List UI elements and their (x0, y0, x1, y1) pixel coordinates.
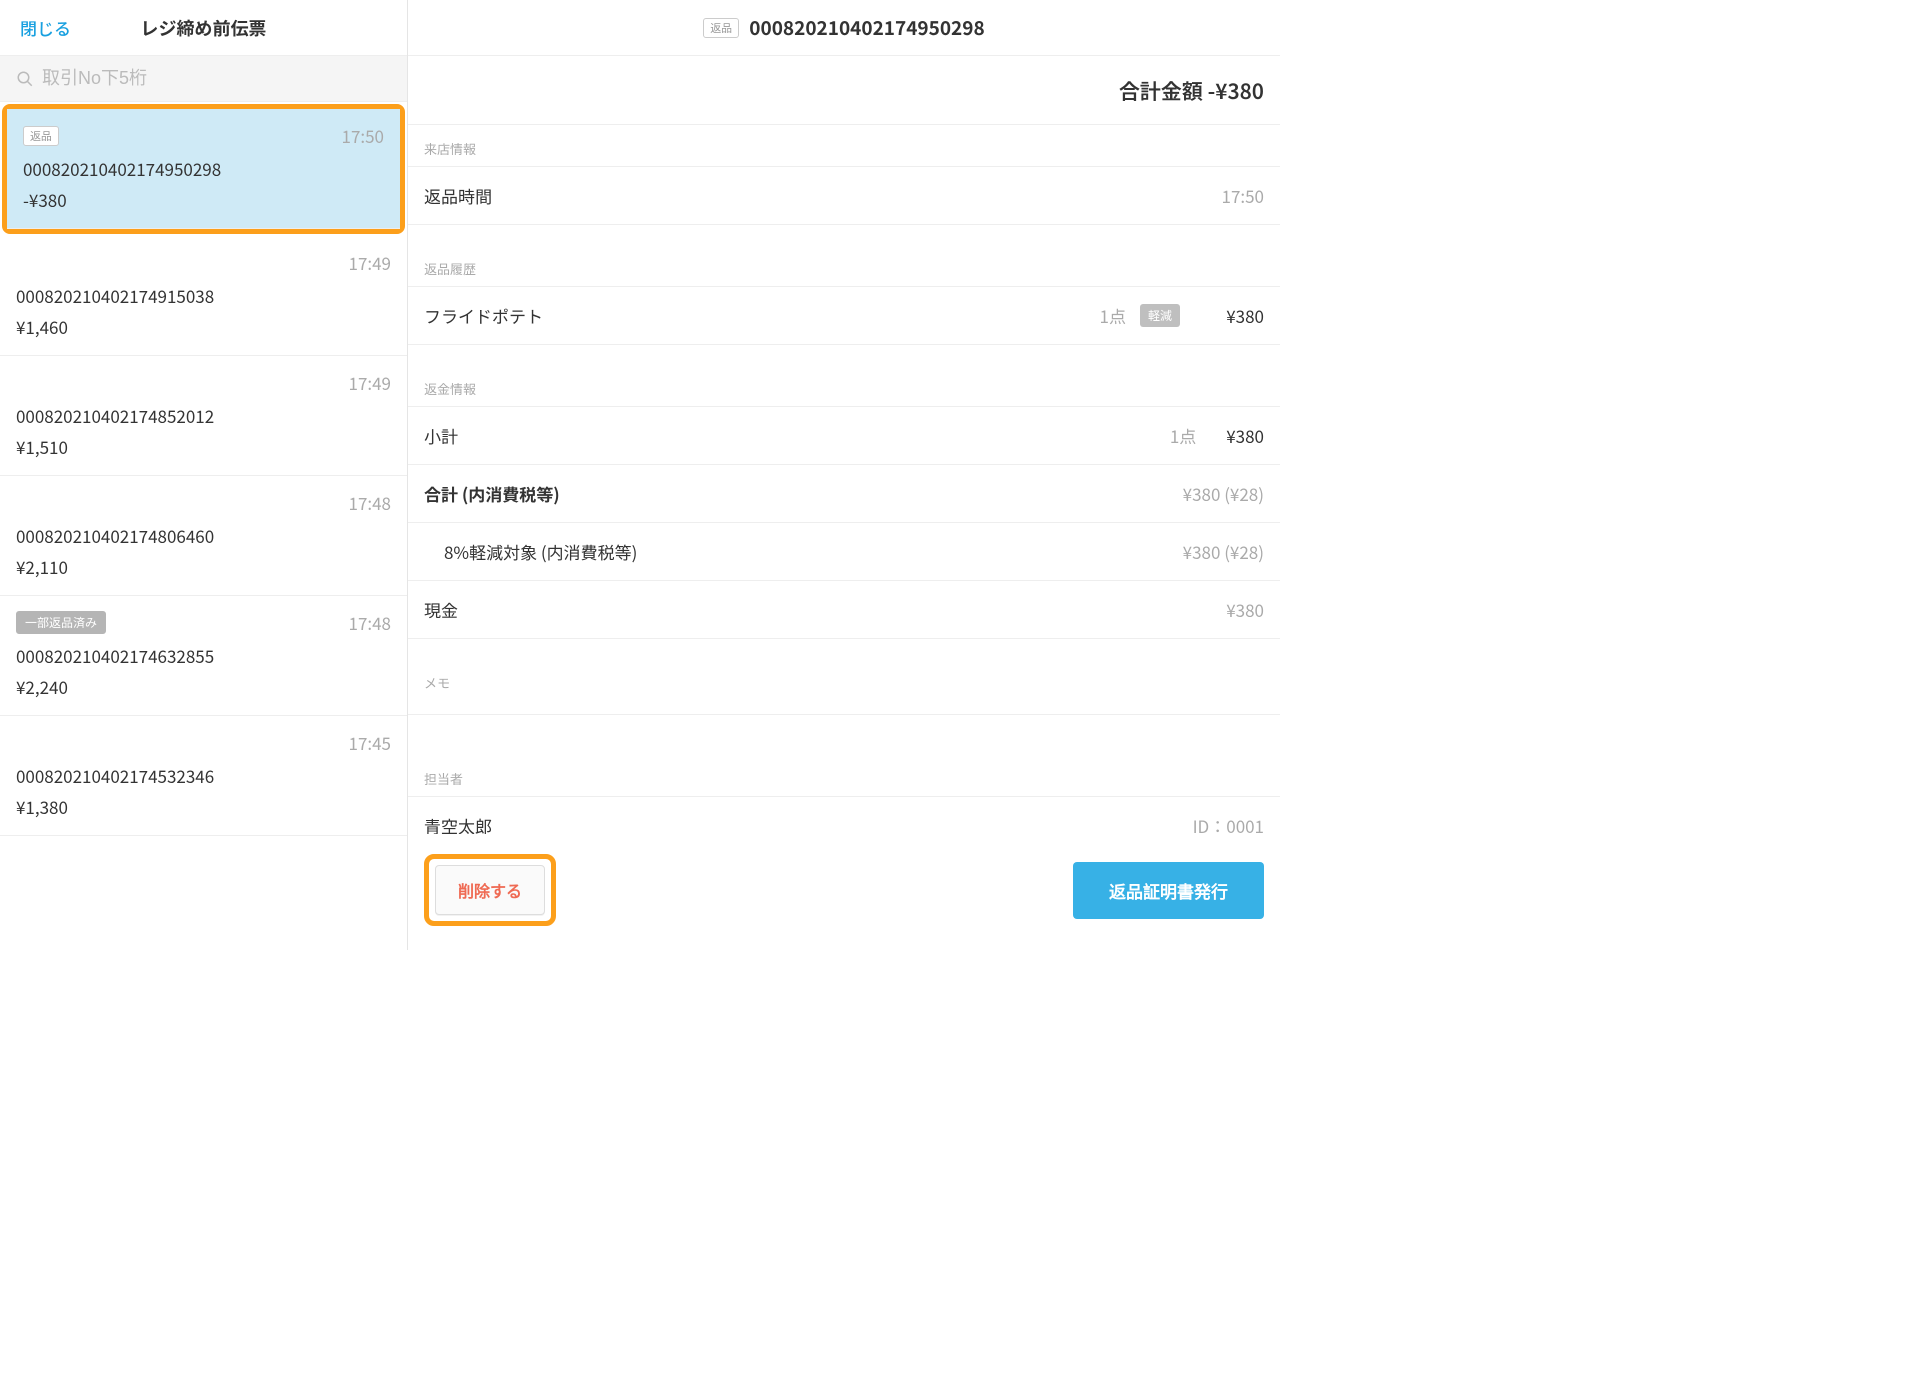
return-time-row: 返品時間 17:50 (408, 167, 1280, 225)
transaction-id: 000820210402174852012 (16, 403, 391, 428)
staff-name: 青空太郎 (424, 813, 492, 834)
left-header: 閉じる レジ締め前伝票 (0, 0, 407, 56)
total-amount-row: 合計金額 -¥380 (408, 56, 1280, 125)
grand-label: 合計 (内消費税等) (424, 481, 560, 506)
transaction-id: 000820210402174632855 (16, 643, 391, 668)
tax8-amount: ¥380 (¥28) (1183, 539, 1264, 564)
section-staff: 担当者 (408, 755, 1280, 797)
section-visit: 来店情報 (408, 125, 1280, 167)
return-time-label: 返品時間 (424, 183, 492, 208)
right-footer: 削除する 返品証明書発行 (408, 834, 1280, 950)
total-label: 合計金額 (1119, 76, 1203, 106)
tax8-label: 8%軽減対象 (内消費税等) (424, 539, 637, 564)
transaction-list[interactable]: 返品 17:50 000820210402174950298 -¥380 17:… (0, 102, 407, 950)
transaction-item[interactable]: 17:48 000820210402174806460 ¥2,110 (0, 476, 407, 596)
transaction-time: 17:45 (349, 730, 391, 755)
delete-button[interactable]: 削除する (435, 865, 545, 915)
transaction-id: 000820210402174806460 (16, 523, 391, 548)
section-memo[interactable]: メモ (408, 659, 1280, 715)
transaction-time: 17:49 (349, 250, 391, 275)
return-badge: 返品 (703, 18, 739, 38)
transaction-item[interactable]: 返品 17:50 000820210402174950298 -¥380 (7, 109, 400, 229)
right-panel: 返品 000820210402174950298 合計金額 -¥380 来店情報… (408, 0, 1280, 950)
staff-row: 青空太郎 ID：0001 (408, 797, 1280, 834)
close-button[interactable]: 閉じる (20, 15, 71, 40)
transaction-amount: ¥2,110 (16, 554, 391, 579)
right-body[interactable]: 合計金額 -¥380 来店情報 返品時間 17:50 返品履歴 フライドポテト … (408, 56, 1280, 834)
reduced-tax-badge: 軽減 (1140, 304, 1180, 327)
subtotal-qty: 1点 (1170, 423, 1196, 448)
highlight-delete: 削除する (424, 854, 556, 926)
transaction-time: 17:48 (349, 490, 391, 515)
subtotal-label: 小計 (424, 423, 1170, 448)
transaction-item[interactable]: 一部返品済み 17:48 000820210402174632855 ¥2,24… (0, 596, 407, 716)
transaction-id: 000820210402174532346 (16, 763, 391, 788)
search-row[interactable] (0, 56, 407, 102)
cash-label: 現金 (424, 597, 458, 622)
transaction-amount: ¥1,510 (16, 434, 391, 459)
item-name: フライドポテト (424, 303, 1042, 328)
issue-return-certificate-button[interactable]: 返品証明書発行 (1073, 862, 1264, 919)
transaction-amount: -¥380 (23, 187, 384, 212)
cash-row: 現金 ¥380 (408, 581, 1280, 639)
transaction-item[interactable]: 17:49 000820210402174915038 ¥1,460 (0, 236, 407, 356)
total-amount: -¥380 (1208, 76, 1264, 106)
returned-item-row: フライドポテト 1点 軽減 ¥380 (408, 287, 1280, 345)
section-history: 返品履歴 (408, 245, 1280, 287)
transaction-item[interactable]: 17:49 000820210402174852012 ¥1,510 (0, 356, 407, 476)
subtotal-amount: ¥380 (1226, 423, 1264, 448)
transaction-item[interactable]: 17:45 000820210402174532346 ¥1,380 (0, 716, 407, 836)
grand-total-row: 合計 (内消費税等) ¥380 (¥28) (408, 465, 1280, 523)
transaction-id: 000820210402174950298 (23, 156, 384, 181)
tax8-row: 8%軽減対象 (内消費税等) ¥380 (¥28) (408, 523, 1280, 581)
transaction-amount: ¥2,240 (16, 674, 391, 699)
cash-amount: ¥380 (1226, 597, 1264, 622)
return-badge: 返品 (23, 126, 59, 146)
detail-title-id: 000820210402174950298 (749, 14, 984, 41)
transaction-amount: ¥1,460 (16, 314, 391, 339)
left-panel: 閉じる レジ締め前伝票 返品 17:50 0008202104021749502… (0, 0, 408, 950)
return-time-value: 17:50 (1222, 183, 1264, 208)
transaction-time: 17:50 (342, 123, 384, 148)
highlight-selected: 返品 17:50 000820210402174950298 -¥380 (2, 104, 405, 234)
transaction-time: 17:48 (349, 610, 391, 635)
section-refund: 返金情報 (408, 365, 1280, 407)
transaction-id: 000820210402174915038 (16, 283, 391, 308)
subtotal-row: 小計 1点 ¥380 (408, 407, 1280, 465)
partial-return-badge: 一部返品済み (16, 611, 106, 634)
right-header: 返品 000820210402174950298 (408, 0, 1280, 56)
item-price: ¥380 (1194, 303, 1264, 328)
transaction-time: 17:49 (349, 370, 391, 395)
item-qty: 1点 (1056, 303, 1126, 328)
left-title: レジ締め前伝票 (16, 15, 391, 41)
staff-id: ID：0001 (1193, 813, 1264, 834)
search-icon (16, 70, 34, 88)
search-input[interactable] (42, 68, 391, 89)
transaction-amount: ¥1,380 (16, 794, 391, 819)
grand-amount: ¥380 (¥28) (1183, 481, 1264, 506)
